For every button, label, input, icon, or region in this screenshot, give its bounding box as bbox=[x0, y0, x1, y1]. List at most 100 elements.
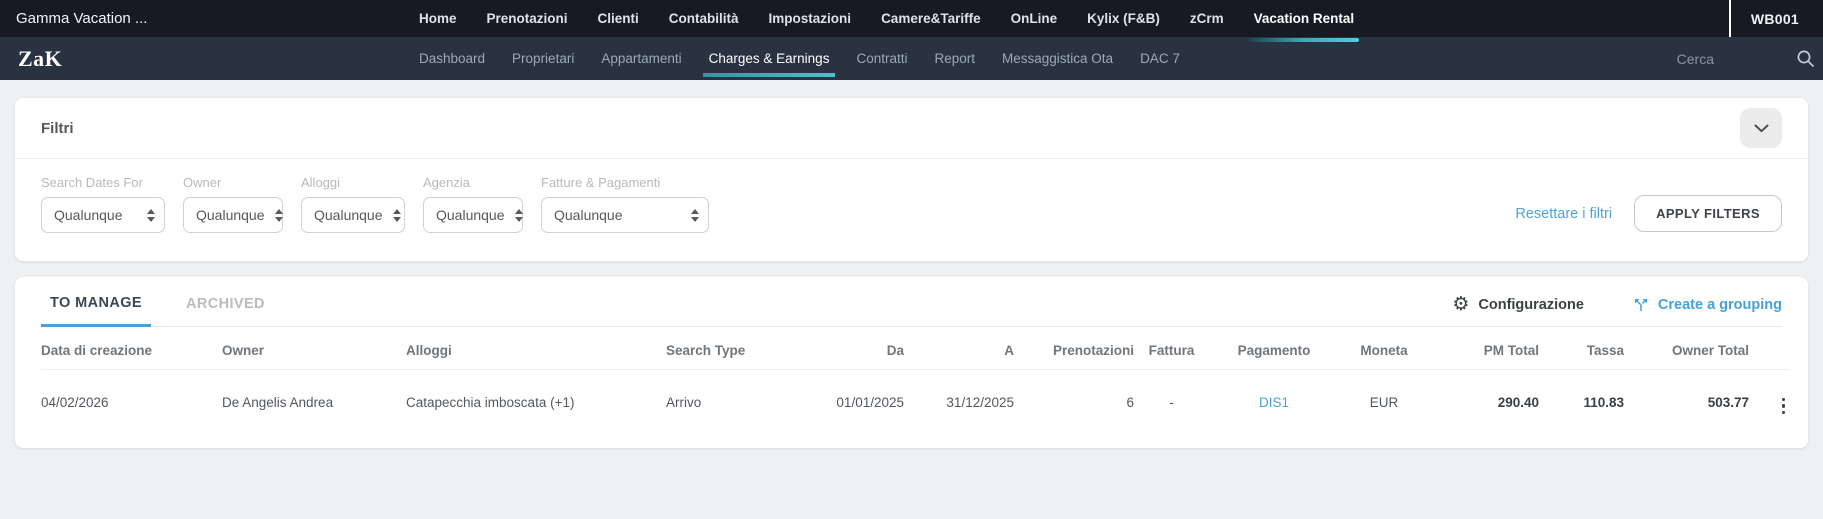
create-grouping-button[interactable]: Create a grouping bbox=[1632, 296, 1782, 314]
filter-select-agenzia[interactable]: Qualunque bbox=[423, 197, 523, 233]
filters-title: Filtri bbox=[41, 120, 74, 137]
row-actions-button[interactable] bbox=[1778, 396, 1790, 417]
filters-body: Search Dates For Qualunque Owner Qualunq… bbox=[15, 159, 1808, 261]
topnav-online[interactable]: OnLine bbox=[1011, 0, 1058, 37]
tab-archived[interactable]: ARCHIVED bbox=[177, 296, 274, 325]
subnav-dac7[interactable]: DAC 7 bbox=[1140, 37, 1180, 80]
tabs-row: TO MANAGE ARCHIVED ⚙ Configurazione Crea… bbox=[41, 277, 1782, 327]
create-grouping-label: Create a grouping bbox=[1658, 297, 1782, 313]
col-alloggi: Alloggi bbox=[406, 327, 666, 370]
filters-actions: Resettare i filtri APPLY FILTERS bbox=[1515, 195, 1782, 233]
subnav-contratti[interactable]: Contratti bbox=[856, 37, 907, 80]
cell-tassa: 110.83 bbox=[1539, 370, 1624, 435]
select-arrows-icon bbox=[147, 209, 155, 222]
select-arrows-icon bbox=[515, 209, 523, 222]
subnav-charges-earnings[interactable]: Charges & Earnings bbox=[709, 37, 830, 80]
col-search-type: Search Type bbox=[666, 327, 796, 370]
topbar: Gamma Vacation ... Home Prenotazioni Cli… bbox=[0, 0, 1823, 37]
cell-da: 01/01/2025 bbox=[796, 370, 904, 435]
subnav-appartamenti[interactable]: Appartamenti bbox=[601, 37, 681, 80]
select-arrows-icon bbox=[393, 209, 401, 222]
topnav-zcrm[interactable]: zCrm bbox=[1190, 0, 1224, 37]
select-value: Qualunque bbox=[554, 207, 623, 223]
filter-field-agenzia: Agenzia Qualunque bbox=[423, 175, 523, 233]
filter-field-fatture-pagamenti: Fatture & Pagamenti Qualunque bbox=[541, 175, 709, 233]
search-button[interactable] bbox=[1796, 49, 1815, 68]
filter-select-owner[interactable]: Qualunque bbox=[183, 197, 283, 233]
filters-header: Filtri bbox=[15, 98, 1808, 159]
module-navbar: ZaK Dashboard Proprietari Appartamenti C… bbox=[0, 37, 1823, 80]
select-value: Qualunque bbox=[54, 207, 123, 223]
groupings-card: TO MANAGE ARCHIVED ⚙ Configurazione Crea… bbox=[15, 277, 1808, 448]
configuration-button[interactable]: ⚙ Configurazione bbox=[1452, 295, 1584, 314]
cell-pagamento: DIS1 bbox=[1209, 370, 1339, 435]
groupings-table: Data di creazione Owner Alloggi Search T… bbox=[41, 327, 1789, 434]
subnav-report[interactable]: Report bbox=[934, 37, 975, 80]
select-value: Qualunque bbox=[436, 207, 505, 223]
module-navigation: Dashboard Proprietari Appartamenti Charg… bbox=[419, 37, 1180, 80]
col-fattura: Fattura bbox=[1134, 327, 1209, 370]
topnav-vacation-rental[interactable]: Vacation Rental bbox=[1254, 0, 1355, 37]
search-icon bbox=[1796, 49, 1815, 68]
filter-label: Fatture & Pagamenti bbox=[541, 175, 709, 190]
top-navigation: Home Prenotazioni Clienti Contabilità Im… bbox=[419, 0, 1354, 37]
col-da: Da bbox=[796, 327, 904, 370]
subnav-dashboard[interactable]: Dashboard bbox=[419, 37, 485, 80]
content-area: Filtri Search Dates For Qualunque Own bbox=[0, 80, 1823, 448]
col-owner-total: Owner Total bbox=[1624, 327, 1749, 370]
subnav-proprietari[interactable]: Proprietari bbox=[512, 37, 574, 80]
cell-creation-date: 04/02/2026 bbox=[41, 370, 222, 435]
col-actions bbox=[1749, 327, 1789, 370]
chevron-down-icon bbox=[1754, 124, 1769, 133]
topnav-kylix[interactable]: Kylix (F&B) bbox=[1087, 0, 1160, 37]
select-value: Qualunque bbox=[314, 207, 383, 223]
col-pagamento: Pagamento bbox=[1209, 327, 1339, 370]
cell-pm-total: 290.40 bbox=[1429, 370, 1539, 435]
topnav-prenotazioni[interactable]: Prenotazioni bbox=[487, 0, 568, 37]
topnav-camere-tariffe[interactable]: Camere&Tariffe bbox=[881, 0, 981, 37]
cell-alloggi: Catapecchia imboscata (+1) bbox=[406, 370, 666, 435]
collapse-filters-button[interactable] bbox=[1740, 108, 1782, 148]
topnav-clienti[interactable]: Clienti bbox=[598, 0, 639, 37]
tabs-actions: ⚙ Configurazione Create a grouping bbox=[1452, 295, 1782, 326]
subnav-messaggistica-ota[interactable]: Messaggistica Ota bbox=[1002, 37, 1113, 80]
cell-search-type: Arrivo bbox=[666, 370, 796, 435]
col-a: A bbox=[904, 327, 1014, 370]
col-tassa: Tassa bbox=[1539, 327, 1624, 370]
col-moneta: Moneta bbox=[1339, 327, 1429, 370]
filter-field-alloggi: Alloggi Qualunque bbox=[301, 175, 405, 233]
reset-filters-link[interactable]: Resettare i filtri bbox=[1515, 206, 1612, 222]
topnav-home[interactable]: Home bbox=[419, 0, 457, 37]
cell-moneta: EUR bbox=[1339, 370, 1429, 435]
property-name: Gamma Vacation ... bbox=[0, 10, 419, 27]
col-pm-total: PM Total bbox=[1429, 327, 1539, 370]
col-prenotazioni: Prenotazioni bbox=[1014, 327, 1134, 370]
col-data-creazione: Data di creazione bbox=[41, 327, 222, 370]
split-arrows-icon bbox=[1632, 296, 1650, 314]
filter-label: Search Dates For bbox=[41, 175, 165, 190]
topnav-impostazioni[interactable]: Impostazioni bbox=[769, 0, 852, 37]
cell-fattura: - bbox=[1134, 370, 1209, 435]
account-code[interactable]: WB001 bbox=[1731, 11, 1823, 27]
payment-link[interactable]: DIS1 bbox=[1259, 395, 1289, 410]
zak-logo[interactable]: ZaK bbox=[0, 46, 419, 72]
filter-field-search-dates: Search Dates For Qualunque bbox=[41, 175, 165, 233]
select-arrows-icon bbox=[691, 209, 699, 222]
configuration-label: Configurazione bbox=[1478, 297, 1584, 313]
filter-select-search-dates[interactable]: Qualunque bbox=[41, 197, 165, 233]
select-value: Qualunque bbox=[196, 207, 265, 223]
search-input[interactable]: Cerca bbox=[1677, 51, 1714, 67]
tab-to-manage[interactable]: TO MANAGE bbox=[41, 295, 151, 327]
cell-a: 31/12/2025 bbox=[904, 370, 1014, 435]
filter-select-fatture-pagamenti[interactable]: Qualunque bbox=[541, 197, 709, 233]
col-owner: Owner bbox=[222, 327, 406, 370]
filter-label: Alloggi bbox=[301, 175, 405, 190]
gear-icon: ⚙ bbox=[1452, 295, 1469, 314]
filters-card: Filtri Search Dates For Qualunque Own bbox=[15, 98, 1808, 261]
apply-filters-button[interactable]: APPLY FILTERS bbox=[1634, 195, 1782, 232]
cell-prenotazioni: 6 bbox=[1014, 370, 1134, 435]
topnav-contabilita[interactable]: Contabilità bbox=[669, 0, 739, 37]
cell-owner-total: 503.77 bbox=[1624, 370, 1749, 435]
filter-select-alloggi[interactable]: Qualunque bbox=[301, 197, 405, 233]
cell-owner: De Angelis Andrea bbox=[222, 370, 406, 435]
